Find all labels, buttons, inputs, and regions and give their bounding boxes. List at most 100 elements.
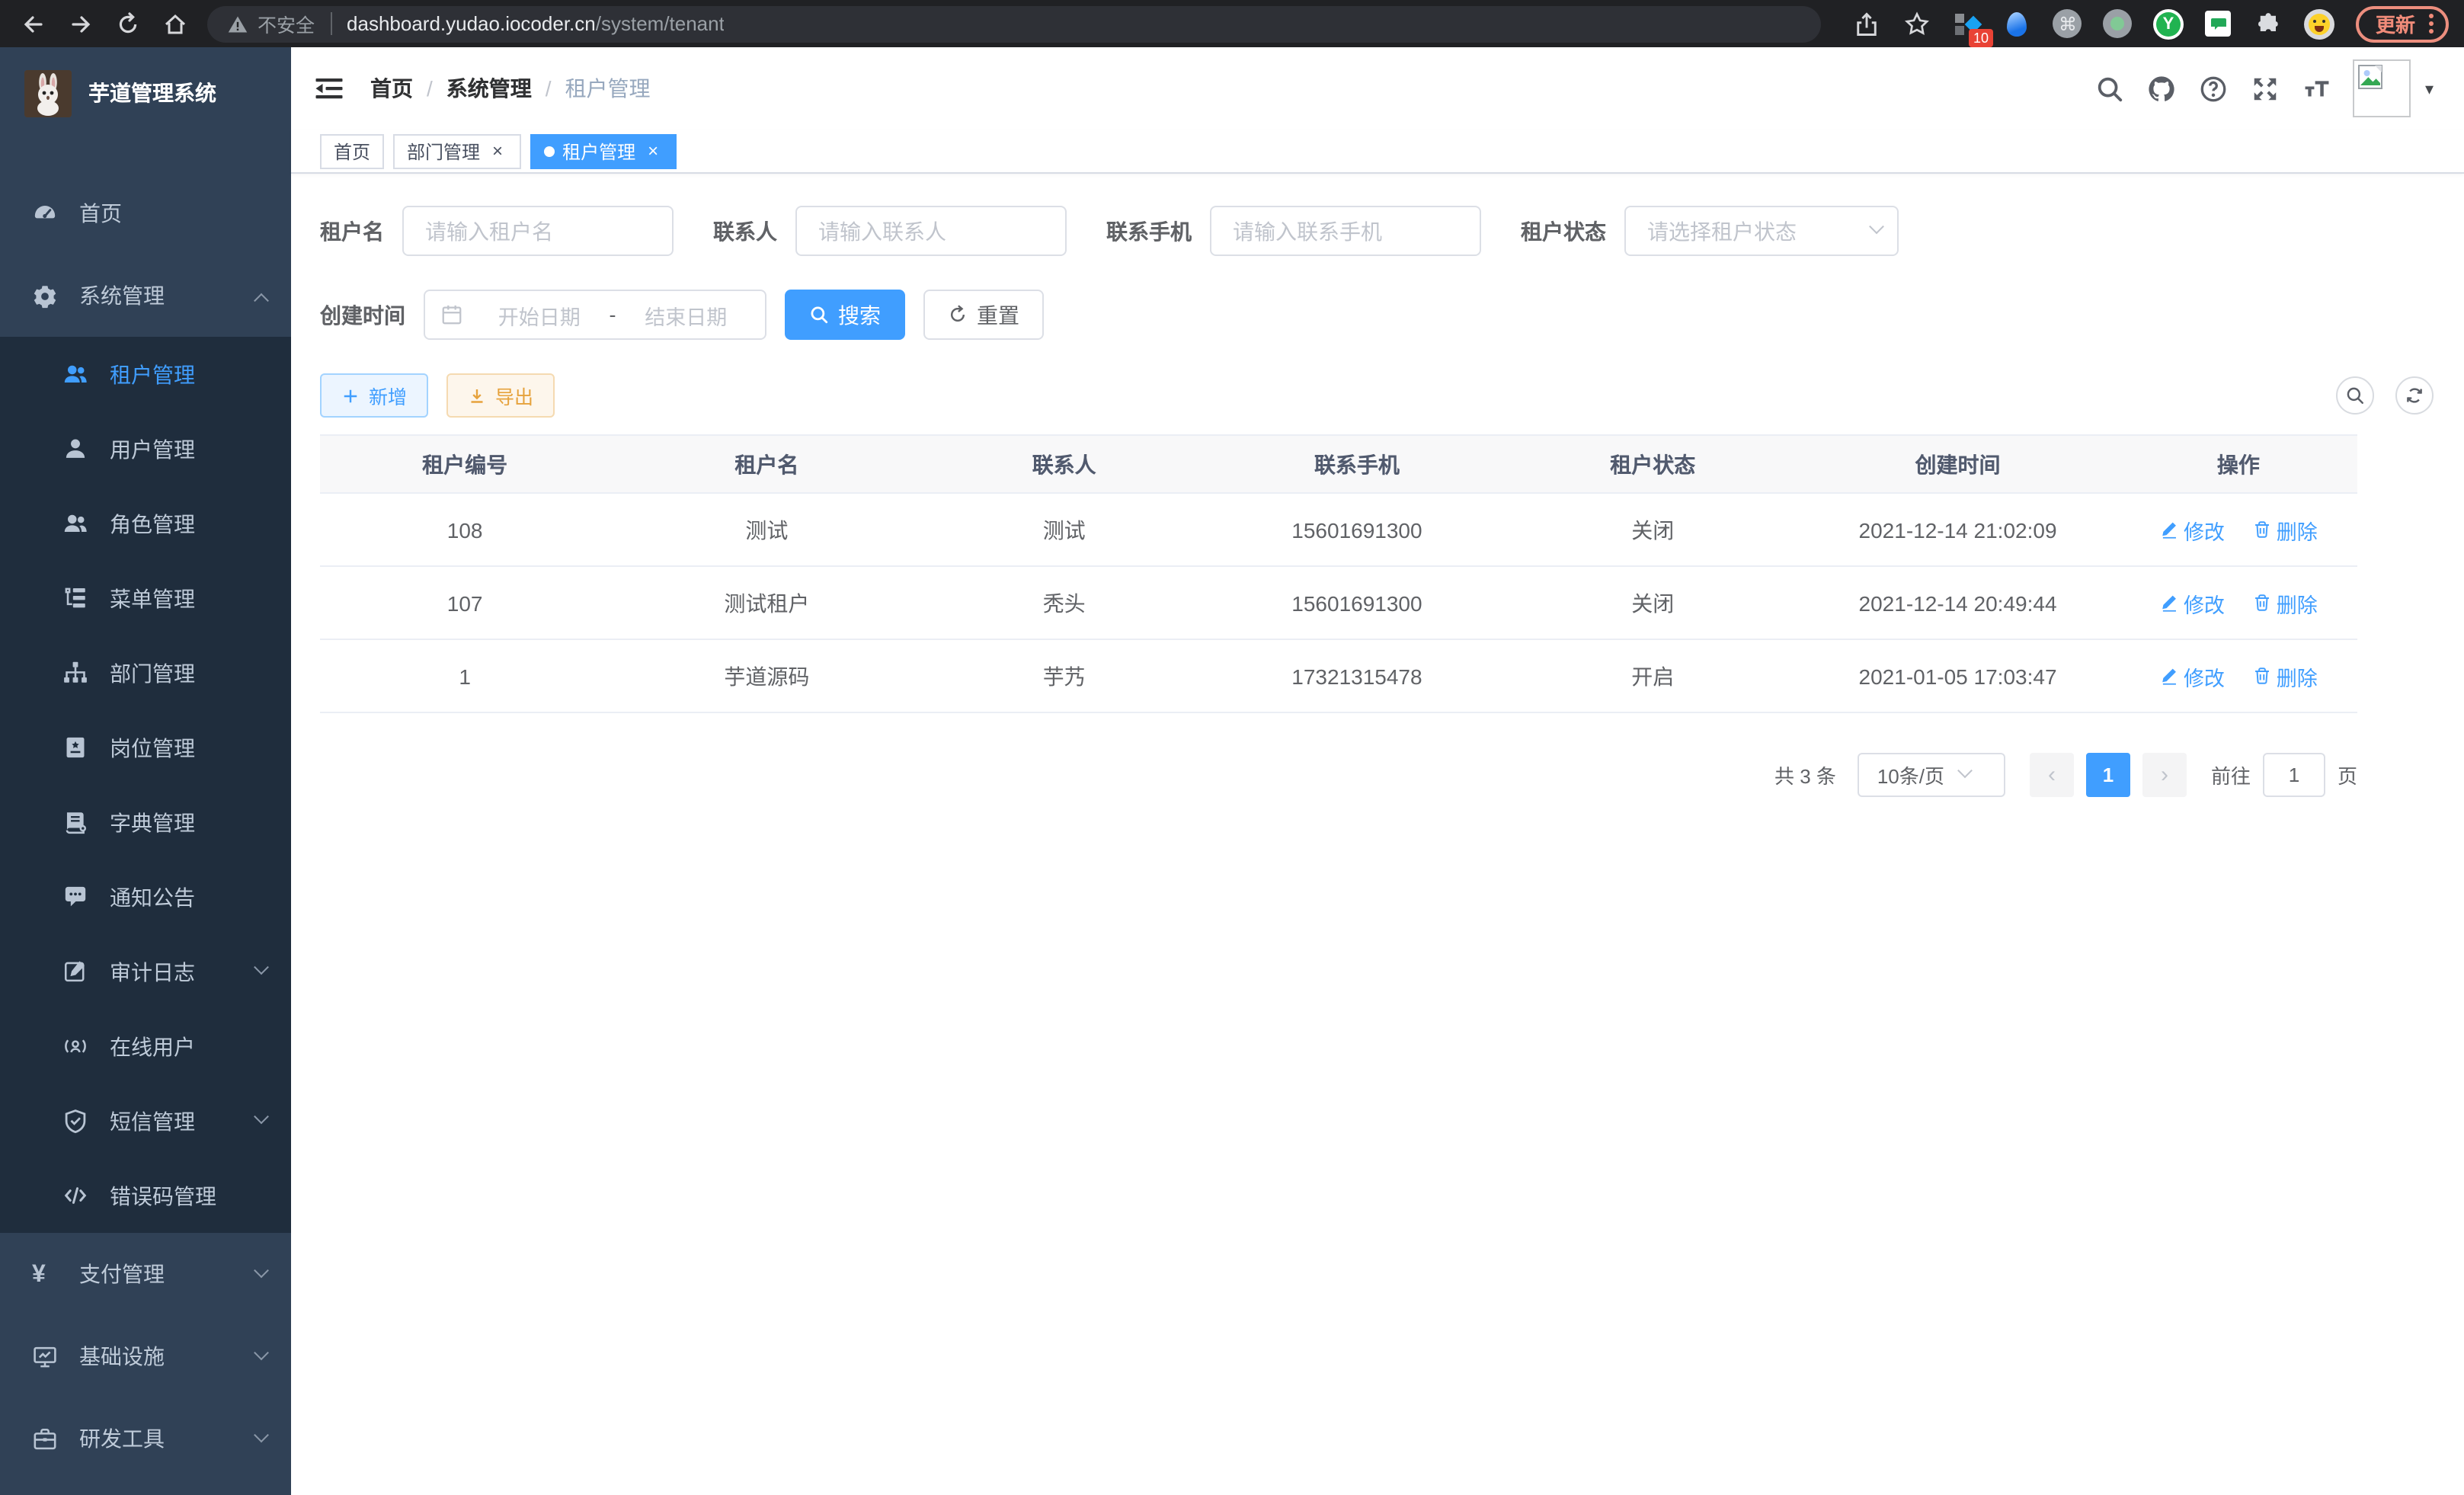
share-icon[interactable] bbox=[1850, 7, 1883, 40]
emoji-extension-icon[interactable] bbox=[2302, 7, 2336, 40]
column-header: 租户状态 bbox=[1509, 435, 1796, 493]
tenant-name-input[interactable] bbox=[402, 206, 674, 256]
security-label[interactable]: 不安全 bbox=[258, 9, 315, 38]
app-title: 芋道管理系统 bbox=[88, 78, 216, 108]
fullscreen-icon[interactable] bbox=[2250, 73, 2280, 104]
avatar-broken-image[interactable] bbox=[2354, 59, 2411, 117]
column-header: 联系人 bbox=[924, 435, 1205, 493]
prev-page-button[interactable]: ‹ bbox=[2030, 753, 2074, 797]
hamburger-icon[interactable] bbox=[314, 73, 344, 104]
tab-tag[interactable]: 首页 × bbox=[320, 133, 384, 168]
column-header: 租户名 bbox=[610, 435, 923, 493]
app-logo[interactable]: 芋道管理系统 bbox=[0, 47, 291, 139]
tab-tag[interactable]: 部门管理 × bbox=[393, 133, 521, 168]
y-extension-icon[interactable]: Y bbox=[2152, 7, 2185, 40]
sidebar-item-menu-tree[interactable]: 菜单管理 bbox=[0, 561, 291, 635]
delete-link[interactable]: 删除 bbox=[2252, 587, 2318, 618]
error-code-icon bbox=[62, 1183, 88, 1208]
sidebar-item-error-code[interactable]: 错误码管理 bbox=[0, 1158, 291, 1233]
url-text[interactable]: dashboard.yudao.iocoder.cn/system/tenant bbox=[347, 12, 725, 35]
sidebar-item-org-chart[interactable]: 部门管理 bbox=[0, 635, 291, 710]
next-page-button[interactable]: › bbox=[2142, 753, 2187, 797]
command-extension-icon[interactable]: ⌘ bbox=[2051, 7, 2085, 40]
breadcrumb-system[interactable]: 系统管理 bbox=[446, 73, 532, 104]
sidebar-item-notice[interactable]: 通知公告 bbox=[0, 860, 291, 934]
extension-badge: 10 bbox=[1969, 28, 1993, 46]
tab-tag[interactable]: 租户管理 × bbox=[530, 133, 677, 168]
github-icon[interactable] bbox=[2146, 73, 2177, 104]
gem-extension-icon[interactable] bbox=[2001, 7, 2034, 40]
edit-link[interactable]: 修改 bbox=[2159, 587, 2225, 618]
mobile-label: 联系手机 bbox=[1106, 216, 1192, 246]
close-icon[interactable]: × bbox=[643, 141, 663, 161]
browser-reload-icon[interactable] bbox=[110, 5, 146, 42]
help-icon[interactable] bbox=[2198, 73, 2229, 104]
sidebar-item-dashboard[interactable]: 首页 bbox=[0, 172, 291, 255]
navbar: 首页 / 系统管理 / 租户管理 bbox=[291, 47, 2464, 130]
browser-forward-icon[interactable] bbox=[62, 5, 99, 42]
sidebar-item-post-badge[interactable]: 岗位管理 bbox=[0, 710, 291, 785]
breadcrumb-home[interactable]: 首页 bbox=[370, 73, 413, 104]
dict-book-icon bbox=[62, 809, 88, 835]
close-icon[interactable]: × bbox=[488, 141, 507, 161]
end-date-placeholder: 结束日期 bbox=[622, 299, 750, 330]
avatar-caret-icon[interactable]: ▾ bbox=[2425, 78, 2434, 98]
column-header: 操作 bbox=[2120, 435, 2357, 493]
goto-page-input[interactable] bbox=[2263, 753, 2325, 797]
omnibox-divider bbox=[330, 12, 331, 35]
page-size-select[interactable]: 10条/页 bbox=[1858, 753, 2005, 797]
address-bar[interactable]: 不安全 dashboard.yudao.iocoder.cn/system/te… bbox=[207, 5, 1821, 42]
browser-home-icon[interactable] bbox=[157, 5, 194, 42]
sidebar-item-tenant-users[interactable]: 租户管理 bbox=[0, 337, 291, 411]
sidebar-item-pay-yen[interactable]: ¥ 支付管理 bbox=[0, 1233, 291, 1315]
sidebar-item-devtools[interactable]: 研发工具 bbox=[0, 1397, 291, 1480]
pay-yen-icon: ¥ bbox=[32, 1261, 58, 1287]
add-button[interactable]: 新增 bbox=[320, 373, 428, 418]
status-select[interactable]: 请选择租户状态 bbox=[1624, 206, 1899, 256]
column-header: 租户编号 bbox=[320, 435, 610, 493]
breadcrumb: 首页 / 系统管理 / 租户管理 bbox=[370, 73, 651, 104]
column-header: 联系手机 bbox=[1205, 435, 1509, 493]
bookmark-star-icon[interactable] bbox=[1900, 7, 1934, 40]
reset-button[interactable]: 重置 bbox=[923, 290, 1044, 340]
show-search-icon[interactable] bbox=[2336, 376, 2374, 415]
sidebar-item-online-user[interactable]: 在线用户 bbox=[0, 1009, 291, 1084]
sidebar-item-sms-shield[interactable]: 短信管理 bbox=[0, 1084, 291, 1158]
sidebar-item-dict-book[interactable]: 字典管理 bbox=[0, 785, 291, 860]
edit-link[interactable]: 修改 bbox=[2159, 514, 2225, 545]
header-search-icon[interactable] bbox=[2094, 73, 2125, 104]
create-time-range-picker[interactable]: 开始日期 - 结束日期 bbox=[424, 290, 766, 340]
browser-toolbar: 不安全 dashboard.yudao.iocoder.cn/system/te… bbox=[0, 0, 2464, 47]
extensions-puzzle-icon[interactable] bbox=[2252, 7, 2286, 40]
sidebar-item-user[interactable]: 用户管理 bbox=[0, 411, 291, 486]
post-badge-icon bbox=[62, 735, 88, 760]
chat-extension-icon[interactable] bbox=[2202, 7, 2235, 40]
recorder-extension-icon[interactable] bbox=[2101, 7, 2135, 40]
font-size-icon[interactable] bbox=[2302, 73, 2332, 104]
chevron-icon bbox=[254, 1262, 269, 1277]
blocks-extension-icon[interactable]: 10 bbox=[1950, 7, 1984, 40]
sidebar-item-gear[interactable]: 系统管理 bbox=[0, 255, 291, 337]
start-date-placeholder: 开始日期 bbox=[475, 299, 603, 330]
delete-link[interactable]: 删除 bbox=[2252, 514, 2318, 545]
search-button[interactable]: 搜索 bbox=[785, 290, 905, 340]
sidebar-item-infra-monitor[interactable]: 基础设施 bbox=[0, 1315, 291, 1397]
sidebar-item-roles[interactable]: 角色管理 bbox=[0, 486, 291, 561]
browser-update-button[interactable]: 更新 bbox=[2356, 5, 2449, 42]
edit-link[interactable]: 修改 bbox=[2159, 661, 2225, 691]
table-row: 1 芋道源码 芋艿 17321315478 开启 2021-01-05 17:0… bbox=[320, 639, 2357, 712]
create-time-label: 创建时间 bbox=[320, 299, 405, 330]
browser-back-icon[interactable] bbox=[15, 5, 52, 42]
delete-link[interactable]: 删除 bbox=[2252, 661, 2318, 691]
user-icon bbox=[62, 436, 88, 462]
contact-input[interactable] bbox=[795, 206, 1067, 256]
mobile-input[interactable] bbox=[1210, 206, 1481, 256]
page-number-1[interactable]: 1 bbox=[2086, 753, 2130, 797]
logo-image bbox=[24, 69, 72, 117]
filter-row-2: 创建时间 开始日期 - 结束日期 搜索 bbox=[320, 290, 2434, 340]
browser-menu-icon[interactable] bbox=[2429, 12, 2434, 35]
refresh-icon[interactable] bbox=[2395, 376, 2434, 415]
pagination: 共 3 条 10条/页 ‹ 1 › 前往 页 bbox=[320, 753, 2357, 797]
sidebar-item-audit-log[interactable]: 审计日志 bbox=[0, 934, 291, 1009]
export-button[interactable]: 导出 bbox=[446, 373, 555, 418]
